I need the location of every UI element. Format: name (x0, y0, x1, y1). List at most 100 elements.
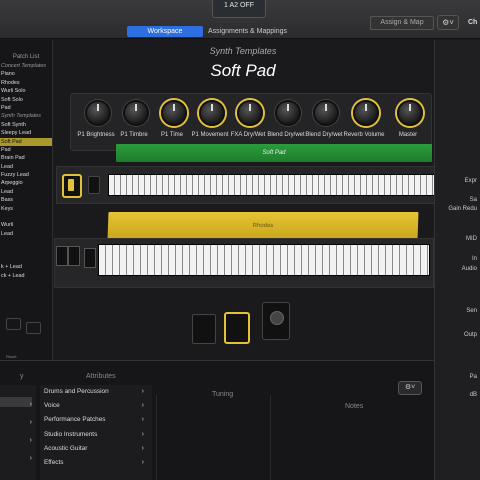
strip-label: Gain Redu (448, 206, 477, 212)
lcd-value: 1 A2 OFF (224, 2, 254, 9)
attribute-item[interactable]: Acoustic Guitar › (40, 442, 152, 456)
knob-label: Blend Dry/wet (267, 132, 305, 138)
patch-list-category[interactable]: Synth Templates (0, 112, 52, 120)
sustain-pedal[interactable] (224, 312, 250, 344)
chevron-right-icon: › (141, 430, 144, 438)
strip-label: Sen (466, 308, 477, 314)
strip-label: dB (469, 392, 477, 398)
knob-label: P1 Movement (191, 132, 229, 138)
knob-p1-movement[interactable] (199, 100, 225, 126)
attribute-label: Drums and Percussion (44, 388, 109, 395)
patch-control-1[interactable] (6, 318, 21, 330)
knob-label: Reverb Volume (343, 132, 385, 138)
patch-list-item[interactable]: k + Lead (0, 263, 52, 271)
patch-bar-soft-pad[interactable]: Soft Pad (116, 144, 432, 162)
attribute-label: Effects (44, 458, 64, 466)
attribute-item[interactable]: Drums and Percussion › (40, 385, 152, 399)
patch-list-item[interactable] (0, 213, 52, 221)
slider-control-1[interactable] (56, 246, 68, 266)
patch-list-item[interactable]: Fuzzy Lead (0, 171, 52, 179)
tuning-header: Tuning (212, 391, 234, 398)
assign-map-button[interactable]: Assign & Map (370, 16, 434, 30)
mod-wheel-control[interactable] (62, 174, 82, 198)
patch-list-item[interactable] (0, 238, 52, 246)
patch-list-item[interactable]: Rhodes (0, 79, 52, 87)
expression-pedal[interactable] (192, 314, 216, 344)
workspace: Synth Templates Soft Pad P1 Brightness P… (54, 40, 444, 380)
knob-label: Master (398, 132, 418, 138)
top-toolbar: 1 A2 OFF Workspace Assignments & Mapping… (0, 0, 480, 39)
workspace-subtitle: Synth Templates (209, 46, 277, 56)
patch-list-item[interactable] (0, 255, 52, 263)
knob-fxa-dry-wet[interactable] (237, 100, 263, 126)
patch-list-item[interactable]: Soft Solo (0, 96, 52, 104)
patch-list-item[interactable]: Wurli Solo (0, 87, 52, 95)
attribute-item[interactable]: Effects › (40, 456, 152, 470)
workspace-title: Soft Pad (210, 61, 276, 80)
knob-master[interactable] (397, 100, 423, 126)
patch-list-item[interactable]: Lead (0, 230, 52, 238)
pitch-control[interactable] (88, 176, 100, 194)
notes-header: Notes (345, 403, 364, 410)
slider-control-3[interactable] (84, 248, 96, 268)
knob-p1-time[interactable] (161, 100, 187, 126)
browser-category-column: › › › › (0, 385, 36, 480)
patch-list-item[interactable] (0, 247, 52, 255)
lcd-display: 1 A2 OFF (212, 0, 266, 18)
chevron-right-icon: › (141, 458, 144, 466)
keyboard-1[interactable] (108, 174, 440, 196)
patch-list-item[interactable]: Arpeggio (0, 179, 52, 187)
patch-list-category[interactable]: Concert Templates (0, 62, 52, 70)
patch-list-item[interactable]: Pad (0, 104, 52, 112)
chevron-right-icon: › (141, 402, 144, 410)
attribute-label: Voice (44, 402, 60, 410)
joystick-control[interactable] (262, 302, 290, 340)
gear-menu-button[interactable]: ⚙︎˅ (437, 15, 459, 30)
knob-reverb-volume[interactable] (353, 100, 379, 126)
patch-list-item[interactable]: Wurli (0, 221, 52, 229)
patch-list-item[interactable]: Lead (0, 163, 52, 171)
column-divider (156, 395, 157, 480)
attributes-header: Attributes (86, 373, 116, 380)
patch-list-item[interactable]: Keys (0, 205, 52, 213)
tab-workspace[interactable]: Workspace (127, 26, 203, 37)
keyboard-2[interactable] (98, 244, 430, 276)
browser-gear-button[interactable]: ⚙︎˅ (398, 381, 422, 395)
patch-control-2[interactable] (26, 322, 41, 334)
smart-controls-panel: P1 Brightness P1 Timbre P1 Time P1 Movem… (70, 93, 432, 151)
knob-p1-brightness[interactable] (85, 100, 111, 126)
main-stage-window: 1 A2 OFF Workspace Assignments & Mapping… (0, 0, 480, 480)
knob-blend-dry-wet-2[interactable] (313, 100, 339, 126)
patch-list: Patch List Concert Templates Piano Rhodes W… (0, 40, 53, 360)
pedal-controls (192, 302, 292, 348)
chevron-right-icon: › (141, 444, 144, 452)
browser-left-header: y (20, 373, 24, 380)
patch-list-item[interactable]: Brain Pad (0, 154, 52, 162)
strip-label: Pa (469, 374, 477, 380)
patch-list-item[interactable]: Soft Pad (0, 137, 52, 146)
patch-list-item[interactable]: Pad (0, 146, 52, 154)
chevron-right-icon: › (29, 437, 32, 444)
attribute-item[interactable]: Performance Patches › (40, 413, 152, 427)
patch-list-item[interactable]: Bass (0, 196, 52, 204)
chevron-right-icon: › (29, 401, 32, 408)
attribute-item[interactable]: Voice › (40, 399, 152, 413)
patch-list-item[interactable]: ck + Lead (0, 272, 52, 280)
patch-list-item[interactable]: Sleepy Lead (0, 129, 52, 137)
patch-list-item[interactable]: Soft Synth (0, 121, 52, 129)
attribute-label: Acoustic Guitar (44, 444, 88, 452)
selected-row[interactable] (0, 397, 32, 407)
attributes-items: Drums and Percussion › Voice › Performance P… (40, 385, 152, 470)
tab-assignments-mappings[interactable]: Assignments & Mappings (208, 26, 298, 37)
slider-control-2[interactable] (68, 246, 80, 266)
chevron-right-icon: › (141, 388, 144, 395)
knob-label: P1 Brightness (77, 132, 115, 138)
strip-label: In (471, 256, 477, 262)
patch-list-header: Patch List (12, 54, 40, 60)
patch-list-item[interactable]: Piano (0, 70, 52, 78)
patch-list-item[interactable]: Lead (0, 188, 52, 196)
knob-p1-timbre[interactable] (123, 100, 149, 126)
attribute-item[interactable]: Studio Instruments › (40, 428, 152, 442)
patch-bar-rhodes[interactable]: Rhodes (107, 212, 419, 240)
knob-blend-dry-wet-1[interactable] (275, 100, 301, 126)
